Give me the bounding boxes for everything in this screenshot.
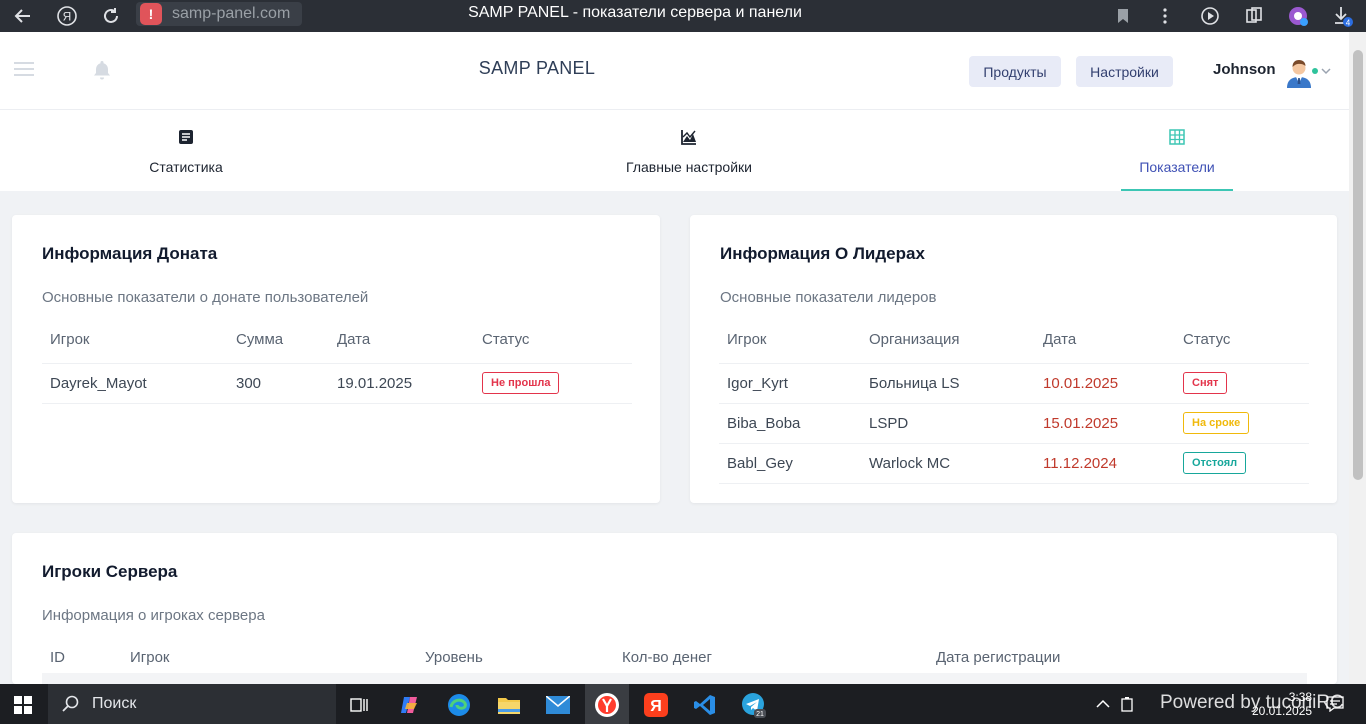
online-status-dot bbox=[1312, 68, 1318, 74]
yandex-icon[interactable]: Я bbox=[641, 690, 671, 720]
svg-text:4: 4 bbox=[1346, 19, 1351, 28]
battery-icon[interactable] bbox=[1120, 696, 1134, 712]
search-label: Поиск bbox=[92, 695, 137, 712]
tab-statistics[interactable]: Статистика bbox=[130, 110, 242, 191]
grid-icon bbox=[1169, 129, 1185, 145]
avatar[interactable] bbox=[1283, 56, 1315, 88]
chevron-up-icon[interactable] bbox=[1096, 699, 1110, 709]
products-button[interactable]: Продукты bbox=[969, 56, 1061, 87]
column-header: Сумма bbox=[236, 331, 284, 348]
column-header: Статус bbox=[482, 331, 530, 348]
table-row: Igor_Kyrt Больница LS 10.01.2025 Снят bbox=[719, 362, 1309, 403]
settings-button[interactable]: Настройки bbox=[1076, 56, 1173, 87]
alice-icon[interactable] bbox=[1287, 5, 1309, 27]
player-cell: Babl_Gey bbox=[719, 442, 861, 483]
player-cell: Biba_Boba bbox=[719, 402, 861, 443]
taskbar-search[interactable]: Поиск bbox=[48, 684, 336, 724]
tab-label: Статистика bbox=[149, 159, 223, 175]
column-header: Организация bbox=[869, 331, 960, 348]
date-cell: 10.01.2025 bbox=[1035, 362, 1175, 403]
vscode-icon[interactable] bbox=[690, 690, 720, 720]
status-badge: Отстоял bbox=[1183, 452, 1247, 474]
watermark: Powered by tuconiRC bbox=[1160, 692, 1344, 713]
search-icon bbox=[62, 695, 79, 712]
column-header: Дата bbox=[337, 331, 371, 348]
username[interactable]: Johnson bbox=[1213, 61, 1276, 78]
bell-icon[interactable] bbox=[93, 60, 111, 80]
top-header: SAMP PANEL Продукты Настройки Johnson bbox=[0, 32, 1349, 110]
scrollbar-thumb[interactable] bbox=[1353, 50, 1363, 480]
player-cell: Dayrek_Mayot bbox=[42, 362, 228, 403]
menu-icon[interactable] bbox=[14, 62, 34, 76]
brand-title[interactable]: SAMP PANEL bbox=[437, 58, 637, 79]
column-header: Дата bbox=[1043, 331, 1077, 348]
leaders-table: Игрок Организация Дата Статус Igor_Kyrt … bbox=[719, 331, 1309, 484]
edge-icon[interactable] bbox=[444, 690, 474, 720]
date-cell: 15.01.2025 bbox=[1035, 402, 1175, 443]
card-subtitle: Основные показатели лидеров bbox=[720, 289, 937, 306]
chevron-down-icon[interactable] bbox=[1321, 64, 1331, 78]
page-scrollbar[interactable] bbox=[1349, 32, 1366, 684]
date-cell: 19.01.2025 bbox=[329, 362, 474, 403]
leaders-card: Информация О Лидерах Основные показатели… bbox=[690, 215, 1337, 503]
task-view-icon[interactable] bbox=[345, 690, 375, 720]
org-cell: Больница LS bbox=[861, 362, 1035, 403]
tab-title: SAMP PANEL - показатели сервера и панели bbox=[468, 4, 802, 21]
table-row bbox=[42, 673, 1307, 684]
tab-main-settings[interactable]: Главные настройки bbox=[610, 110, 768, 191]
donate-table: Игрок Сумма Дата Статус Dayrek_Mayot 300… bbox=[42, 331, 632, 404]
download-icon[interactable]: 4 bbox=[1332, 5, 1354, 27]
status-badge: На сроке bbox=[1183, 412, 1250, 434]
yandex-browser-icon[interactable] bbox=[592, 690, 622, 720]
browser-toolbar: Я ! samp-panel.com SAMP PANEL - показате… bbox=[0, 0, 1366, 32]
copilot-icon[interactable] bbox=[395, 690, 425, 720]
collections-icon[interactable] bbox=[1243, 5, 1265, 27]
document-icon bbox=[179, 130, 193, 144]
tab-label: Главные настройки bbox=[626, 159, 752, 175]
card-subtitle: Информация о игроках сервера bbox=[42, 607, 265, 624]
chart-icon bbox=[681, 130, 696, 145]
tab-label: Показатели bbox=[1139, 159, 1215, 175]
org-cell: LSPD bbox=[861, 402, 1035, 443]
card-title: Информация О Лидерах bbox=[720, 244, 925, 263]
card-title: Информация Доната bbox=[42, 244, 218, 263]
column-header: Статус bbox=[1183, 331, 1231, 348]
status-badge: Не прошла bbox=[482, 372, 560, 394]
sum-cell: 300 bbox=[228, 362, 329, 403]
active-tab-indicator bbox=[1121, 189, 1233, 191]
more-menu-icon[interactable] bbox=[1154, 5, 1176, 27]
table-row: Babl_Gey Warlock MC 11.12.2024 Отстоял bbox=[719, 442, 1309, 483]
column-header: Игрок bbox=[50, 331, 90, 348]
media-play-icon[interactable] bbox=[1199, 5, 1221, 27]
svg-text:21: 21 bbox=[756, 711, 764, 718]
table-row: Dayrek_Mayot 300 19.01.2025 Не прошла bbox=[42, 362, 632, 403]
status-badge: Снят bbox=[1183, 372, 1228, 394]
file-explorer-icon[interactable] bbox=[494, 690, 524, 720]
svg-text:Я: Я bbox=[650, 698, 662, 715]
system-tray bbox=[1096, 684, 1134, 724]
windows-start-icon[interactable] bbox=[8, 690, 38, 720]
donate-card: Информация Доната Основные показатели о … bbox=[12, 215, 660, 503]
section-tabs: Статистика Главные настройки Показатели bbox=[0, 110, 1349, 191]
bookmark-icon[interactable] bbox=[1112, 5, 1134, 27]
org-cell: Warlock MC bbox=[861, 442, 1035, 483]
card-title: Игроки Сервера bbox=[42, 562, 178, 581]
players-card: Игроки Сервера Информация о игроках серв… bbox=[12, 533, 1337, 684]
player-cell: Igor_Kyrt bbox=[719, 362, 861, 403]
column-header: Игрок bbox=[727, 331, 767, 348]
mail-icon[interactable] bbox=[543, 690, 573, 720]
tab-indicators[interactable]: Показатели bbox=[1121, 110, 1233, 191]
table-row: Biba_Boba LSPD 15.01.2025 На сроке bbox=[719, 402, 1309, 443]
telegram-icon[interactable]: 21 bbox=[739, 690, 769, 720]
date-cell: 11.12.2024 bbox=[1035, 442, 1175, 483]
card-subtitle: Основные показатели о донате пользовател… bbox=[42, 289, 369, 306]
